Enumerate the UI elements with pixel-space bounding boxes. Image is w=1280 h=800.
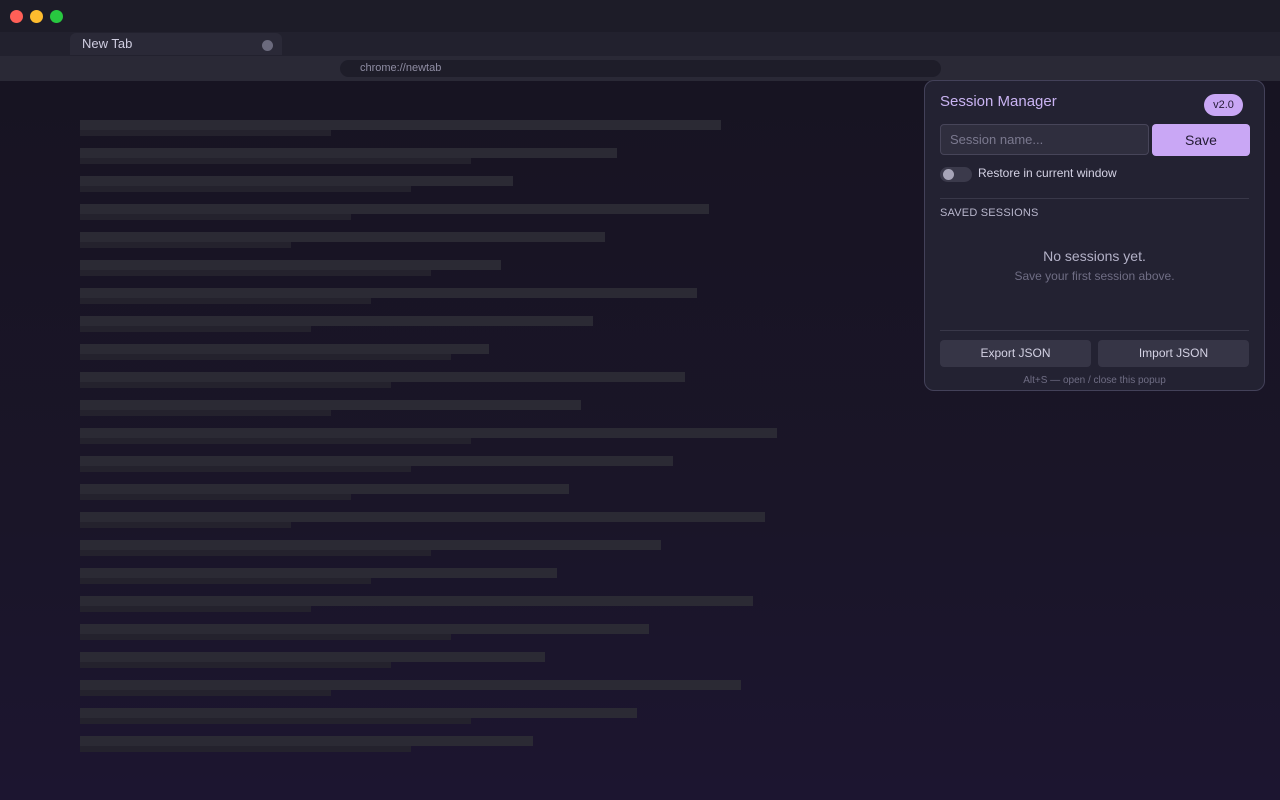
skeleton-line bbox=[80, 568, 557, 578]
empty-state-title: No sessions yet. bbox=[1043, 248, 1146, 264]
skeleton-line bbox=[80, 120, 721, 130]
skeleton-line bbox=[80, 596, 753, 606]
close-window-button[interactable] bbox=[10, 10, 23, 23]
session-name-input[interactable] bbox=[940, 124, 1149, 155]
skeleton-line-short bbox=[80, 746, 411, 752]
popup-title: Session Manager bbox=[940, 93, 1057, 110]
skeleton-line-short bbox=[80, 634, 451, 640]
skeleton-line-short bbox=[80, 718, 471, 724]
skeleton-line bbox=[80, 148, 617, 158]
skeleton-line-short bbox=[80, 466, 411, 472]
maximize-window-button[interactable] bbox=[50, 10, 63, 23]
skeleton-line bbox=[80, 512, 765, 522]
divider bbox=[940, 198, 1249, 199]
skeleton-line-short bbox=[80, 494, 351, 500]
tab-new-tab[interactable]: New Tab bbox=[70, 33, 282, 55]
skeleton-line-short bbox=[80, 690, 331, 696]
skeleton-line bbox=[80, 652, 545, 662]
skeleton-line bbox=[80, 260, 501, 270]
skeleton-line-short bbox=[80, 130, 331, 136]
browser-toolbar: chrome://newtab bbox=[0, 56, 1280, 81]
tab-title: New Tab bbox=[82, 36, 133, 51]
saved-sessions-heading: SAVED SESSIONS bbox=[940, 207, 1039, 219]
skeleton-line-short bbox=[80, 354, 451, 360]
skeleton-line-short bbox=[80, 606, 311, 612]
save-session-button[interactable]: Save bbox=[1152, 124, 1250, 156]
skeleton-line bbox=[80, 708, 637, 718]
empty-state-subtitle: Save your first session above. bbox=[1014, 269, 1175, 283]
skeleton-line bbox=[80, 316, 593, 326]
skeleton-line bbox=[80, 484, 569, 494]
skeleton-line-short bbox=[80, 522, 291, 528]
window-titlebar bbox=[0, 0, 1280, 32]
skeleton-line bbox=[80, 624, 649, 634]
skeleton-line bbox=[80, 372, 685, 382]
skeleton-line-short bbox=[80, 326, 311, 332]
divider bbox=[940, 330, 1249, 331]
skeleton-line bbox=[80, 232, 605, 242]
keyboard-shortcut-hint: Alt+S — open / close this popup bbox=[1023, 375, 1166, 386]
skeleton-line bbox=[80, 288, 697, 298]
skeleton-line bbox=[80, 680, 741, 690]
skeleton-line bbox=[80, 428, 777, 438]
minimize-window-button[interactable] bbox=[30, 10, 43, 23]
skeleton-line-short bbox=[80, 158, 471, 164]
skeleton-line-short bbox=[80, 298, 371, 304]
skeleton-line bbox=[80, 344, 489, 354]
toggle-label: Restore in current window bbox=[978, 166, 1117, 180]
skeleton-line-short bbox=[80, 270, 431, 276]
restore-in-current-window-toggle[interactable] bbox=[940, 167, 972, 182]
skeleton-line bbox=[80, 540, 661, 550]
skeleton-line-short bbox=[80, 410, 331, 416]
skeleton-line-short bbox=[80, 578, 371, 584]
skeleton-line-short bbox=[80, 438, 471, 444]
skeleton-line-short bbox=[80, 662, 391, 668]
session-manager-popup: Session Manager v2.0 Save Restore in cur… bbox=[924, 80, 1265, 391]
skeleton-line bbox=[80, 400, 581, 410]
skeleton-line bbox=[80, 204, 709, 214]
export-json-button[interactable]: Export JSON bbox=[940, 340, 1091, 367]
skeleton-line-short bbox=[80, 214, 351, 220]
skeleton-line bbox=[80, 176, 513, 186]
tab-strip: New Tab bbox=[0, 32, 1280, 56]
skeleton-line bbox=[80, 736, 533, 746]
skeleton-line-short bbox=[80, 186, 411, 192]
tab-close-icon[interactable] bbox=[262, 40, 273, 51]
toggle-knob bbox=[943, 169, 954, 180]
address-bar-url: chrome://newtab bbox=[360, 62, 442, 74]
skeleton-line-short bbox=[80, 550, 431, 556]
version-badge: v2.0 bbox=[1204, 94, 1243, 116]
skeleton-line bbox=[80, 456, 673, 466]
skeleton-line-short bbox=[80, 242, 291, 248]
address-bar[interactable]: chrome://newtab bbox=[340, 60, 941, 77]
skeleton-line-short bbox=[80, 382, 391, 388]
import-json-button[interactable]: Import JSON bbox=[1098, 340, 1249, 367]
